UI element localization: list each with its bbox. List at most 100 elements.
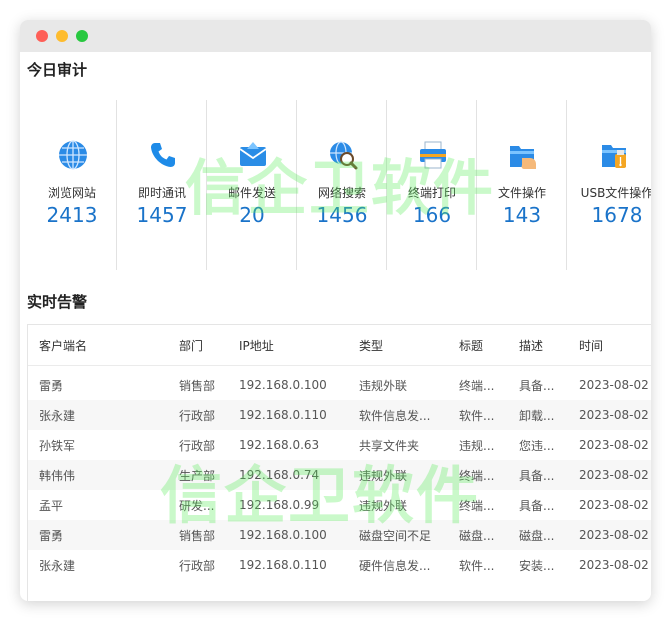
cell-title: 终端... <box>448 460 508 490</box>
stat-email[interactable]: 邮件发送 20 <box>207 100 297 270</box>
table-row[interactable]: 张永建 行政部 192.168.0.110 软件信息发... 软件... 卸载.… <box>28 400 651 430</box>
cell-ip: 192.168.0.100 <box>239 378 327 392</box>
cell-type: 违规外联 <box>359 498 408 513</box>
table-row[interactable]: 孟平 研发... 192.168.0.99 违规外联 终端... 具备... 2… <box>28 490 651 520</box>
cell-title: 磁盘... <box>448 520 508 550</box>
cell-desc: 具备... <box>508 460 568 490</box>
app-window: 今日审计 浏览网站 2413 即时通讯 1457 邮件发送 20 网络搜索 14… <box>20 20 651 601</box>
column-header[interactable]: 描述 <box>508 325 568 366</box>
cell-title: 违规... <box>459 438 495 453</box>
cell-client: 韩伟伟 <box>28 460 168 490</box>
cell-time: 2023-08-02 1 <box>568 520 651 550</box>
title-bar <box>20 20 651 52</box>
cell-type: 违规外联 <box>348 460 448 490</box>
stat-browse[interactable]: 浏览网站 2413 <box>27 100 117 270</box>
column-header[interactable]: IP地址 <box>228 325 348 366</box>
table-row[interactable]: 张永建 行政部 192.168.0.110 硬件信息发... 软件... 安装.… <box>28 550 651 580</box>
stat-label: 终端打印 <box>407 186 456 200</box>
today-audit-title: 今日审计 <box>27 61 88 79</box>
cell-client: 孟平 <box>39 498 64 513</box>
minimize-window-button[interactable] <box>56 30 68 42</box>
cell-dept: 行政部 <box>179 558 216 573</box>
column-header[interactable]: 客户端名 <box>28 325 168 366</box>
cell-dept: 研发... <box>179 498 215 513</box>
maximize-window-button[interactable] <box>76 30 88 42</box>
column-header[interactable]: 标题 <box>448 325 508 366</box>
cell-type: 硬件信息发... <box>359 558 431 573</box>
stat-value: 1456 <box>316 203 368 227</box>
stat-value: 166 <box>412 203 452 227</box>
cell-ip: 192.168.0.110 <box>228 400 348 430</box>
stat-label: 网络搜索 <box>317 186 366 200</box>
close-window-button[interactable] <box>36 30 48 42</box>
cell-time: 2023-08-02 1 <box>579 558 651 572</box>
folder-hand-icon <box>510 146 536 169</box>
stat-value: 1457 <box>136 203 188 227</box>
printer-icon <box>420 141 446 169</box>
cell-desc: 具备... <box>519 378 555 393</box>
stat-search[interactable]: 网络搜索 1456 <box>297 100 387 270</box>
table-row[interactable]: 孙铁军 行政部 192.168.0.63 共享文件夹 违规... 您违... 2… <box>28 430 651 460</box>
column-header[interactable]: 部门 <box>168 325 228 366</box>
cell-time: 2023-08-02 1 <box>579 378 651 392</box>
table-row[interactable]: 韩伟伟 生产部 192.168.0.74 违规外联 终端... 具备... 20… <box>28 460 651 490</box>
search-globe-icon <box>330 141 358 170</box>
cell-desc: 具备... <box>519 498 555 513</box>
cell-client: 张永建 <box>39 558 76 573</box>
cell-time: 2023-08-02 1 <box>568 400 651 430</box>
stat-file[interactable]: 文件操作 143 <box>477 100 567 270</box>
cell-client: 雷勇 <box>39 378 64 393</box>
realtime-alerts-title: 实时告警 <box>27 293 88 311</box>
globe-icon <box>59 140 87 170</box>
stat-label: USB文件操作 <box>580 186 651 200</box>
stat-label: 文件操作 <box>497 186 546 200</box>
cell-dept: 行政部 <box>179 438 216 453</box>
table-header-row: 客户端名 部门 IP地址 类型 标题 描述 时间 <box>28 325 651 366</box>
cell-client: 张永建 <box>28 400 168 430</box>
cell-time: 2023-08-02 1 <box>579 438 651 452</box>
table-row[interactable]: 雷勇 销售部 192.168.0.100 违规外联 终端... 具备... 20… <box>28 370 651 400</box>
cell-client: 孙铁军 <box>39 438 76 453</box>
envelope-icon <box>239 142 267 166</box>
cell-dept: 销售部 <box>179 378 216 393</box>
cell-type: 软件信息发... <box>348 400 448 430</box>
cell-title: 软件... <box>459 558 495 573</box>
cell-ip: 192.168.0.99 <box>239 498 320 512</box>
cell-title: 软件... <box>448 400 508 430</box>
cell-title: 终端... <box>459 378 495 393</box>
cell-ip: 192.168.0.63 <box>239 438 320 452</box>
cell-type: 违规外联 <box>359 378 408 393</box>
cell-time: 2023-08-02 1 <box>579 498 651 512</box>
stat-label: 邮件发送 <box>227 186 276 200</box>
stat-print[interactable]: 终端打印 166 <box>387 100 477 270</box>
cell-desc: 磁盘... <box>508 520 568 550</box>
column-header[interactable]: 类型 <box>348 325 448 366</box>
stat-value: 1678 <box>591 203 643 227</box>
stat-value: 143 <box>502 203 542 227</box>
table-row[interactable]: 雷勇 销售部 192.168.0.100 磁盘空间不足 磁盘... 磁盘... … <box>28 520 651 550</box>
cell-ip: 192.168.0.74 <box>228 460 348 490</box>
today-stats: 浏览网站 2413 即时通讯 1457 邮件发送 20 网络搜索 1456 终端… <box>27 100 651 270</box>
cell-type: 磁盘空间不足 <box>348 520 448 550</box>
cell-title: 终端... <box>459 498 495 513</box>
stat-usb[interactable]: USB文件操作 1678 <box>567 100 651 270</box>
stat-label: 即时通讯 <box>137 186 186 200</box>
usb-folder-icon <box>602 145 626 168</box>
stat-value: 20 <box>239 203 265 227</box>
cell-type: 共享文件夹 <box>359 438 420 453</box>
cell-ip: 192.168.0.100 <box>228 520 348 550</box>
stat-value: 2413 <box>46 203 98 227</box>
cell-dept: 行政部 <box>168 400 228 430</box>
column-header[interactable]: 时间 <box>568 325 651 366</box>
cell-desc: 卸载... <box>508 400 568 430</box>
cell-dept: 生产部 <box>168 460 228 490</box>
cell-ip: 192.168.0.110 <box>239 558 327 572</box>
cell-client: 雷勇 <box>28 520 168 550</box>
cell-dept: 销售部 <box>168 520 228 550</box>
cell-desc: 安装... <box>519 558 555 573</box>
phone-icon <box>151 143 175 167</box>
cell-desc: 您违... <box>519 438 555 453</box>
stat-im[interactable]: 即时通讯 1457 <box>117 100 207 270</box>
alerts-table: 客户端名 部门 IP地址 类型 标题 描述 时间 雷勇 销售部 192.168.… <box>27 324 651 601</box>
cell-time: 2023-08-02 1 <box>568 460 651 490</box>
